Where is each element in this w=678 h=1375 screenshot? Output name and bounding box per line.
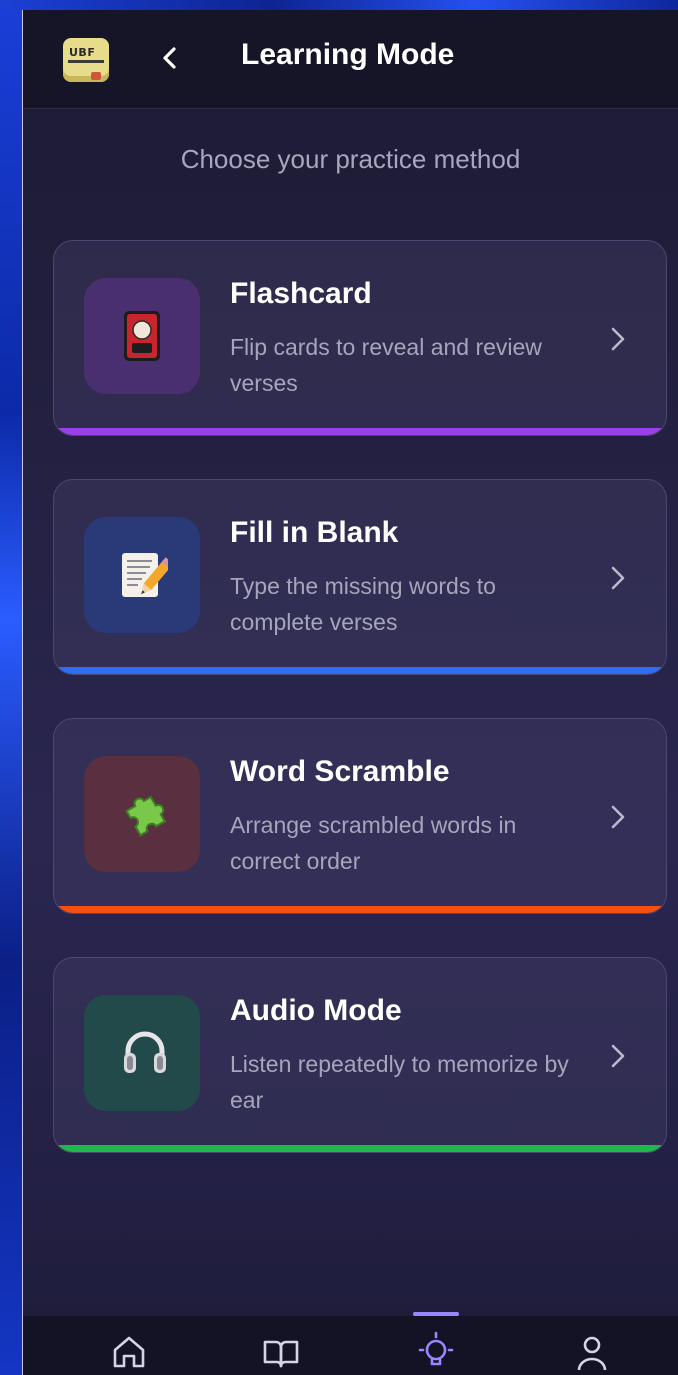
headphones-icon: [124, 1031, 166, 1073]
memo-pencil-icon: [122, 553, 168, 597]
bottom-navigation: [23, 1316, 678, 1375]
subtitle: Choose your practice method: [180, 144, 521, 174]
mode-description: Listen repeatedly to memorize by ear: [230, 1051, 569, 1113]
mode-icon-tile: [84, 278, 200, 394]
accent-stripe: [54, 428, 666, 435]
accent-stripe: [54, 906, 666, 913]
mode-title: Fill in Blank: [230, 516, 399, 549]
desktop-background-top: [0, 0, 678, 10]
book-icon: [263, 1340, 299, 1368]
chevron-left-icon: [163, 47, 176, 69]
logo-text: UBF: [69, 46, 96, 59]
nav-profile[interactable]: [570, 1330, 614, 1374]
header: UBF Learning Mode: [23, 10, 678, 109]
page-title: Learning Mode: [241, 38, 455, 71]
home-icon: [113, 1336, 145, 1368]
desktop-background: [0, 0, 22, 1375]
learning-mode-screen: UBF Learning Mode Choose your practice m…: [22, 10, 678, 1375]
mode-icon-tile: [84, 517, 200, 633]
mode-description: Arrange scrambled words in correct order: [230, 812, 517, 874]
mode-description: Type the missing words to complete verse…: [230, 573, 496, 635]
chevron-right-icon: [611, 327, 625, 351]
accent-stripe: [54, 1145, 666, 1152]
mode-title: Word Scramble: [230, 755, 450, 788]
mode-icon-tile: [84, 756, 200, 872]
nav-library[interactable]: [259, 1330, 303, 1374]
puzzle-piece-icon: [125, 795, 167, 837]
app-logo[interactable]: UBF: [63, 38, 109, 82]
chevron-right-icon: [611, 1044, 625, 1068]
back-button[interactable]: [151, 38, 191, 78]
lightbulb-icon: [418, 1331, 454, 1366]
chevron-right-icon: [611, 566, 625, 590]
mode-card-flashcard[interactable]: Flashcard Flip cards to reveal and revie…: [53, 240, 667, 436]
mode-title: Audio Mode: [230, 994, 402, 1027]
nav-learning-mode[interactable]: [414, 1330, 458, 1374]
profile-icon: [577, 1336, 607, 1371]
mode-card-fill-in-blank[interactable]: Fill in Blank Type the missing words to …: [53, 479, 667, 675]
chevron-right-icon: [611, 805, 625, 829]
accent-stripe: [54, 667, 666, 674]
mode-card-word-scramble[interactable]: Word Scramble Arrange scrambled words in…: [53, 718, 667, 914]
mode-title: Flashcard: [230, 277, 372, 310]
mode-icon-tile: [84, 995, 200, 1111]
mode-card-audio-mode[interactable]: Audio Mode Listen repeatedly to memorize…: [53, 957, 667, 1153]
mode-description: Flip cards to reveal and review verses: [230, 334, 542, 396]
flashcard-icon: [124, 311, 160, 361]
nav-home[interactable]: [107, 1330, 151, 1374]
